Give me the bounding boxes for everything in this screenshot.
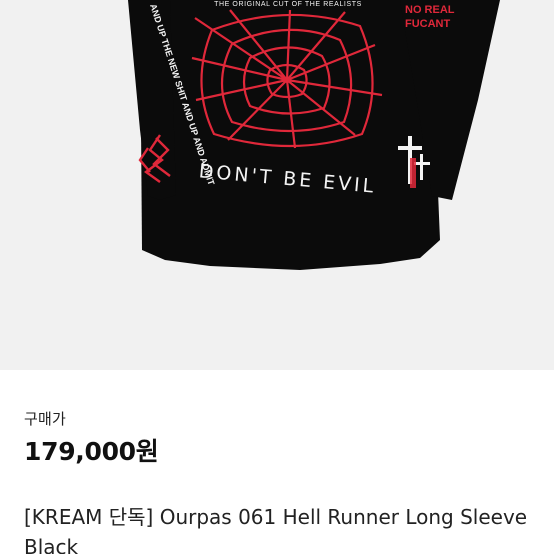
- product-detail-page: THE ORIGINAL CUT OF THE REALISTS DON'T B…: [0, 0, 554, 554]
- product-photo: THE ORIGINAL CUT OF THE REALISTS DON'T B…: [128, 0, 500, 270]
- print-right-text-2: FUCANT: [405, 18, 450, 30]
- print-right-text-1: NO REAL: [405, 4, 455, 16]
- product-title: [KREAM 단독] Ourpas 061 Hell Runner Long S…: [24, 505, 528, 554]
- price-label: 구매가: [24, 410, 67, 428]
- product-image[interactable]: THE ORIGINAL CUT OF THE REALISTS DON'T B…: [0, 0, 554, 370]
- shirt-left-sleeve: [128, 0, 176, 200]
- print-top-text: THE ORIGINAL CUT OF THE REALISTS: [214, 1, 362, 8]
- shirt-body: [140, 0, 440, 270]
- spider-web-center: [284, 77, 290, 83]
- product-info: 구매가 179,000원 [KREAM 단독] Ourpas 061 Hell …: [0, 370, 554, 554]
- price-value: 179,000원: [24, 437, 159, 466]
